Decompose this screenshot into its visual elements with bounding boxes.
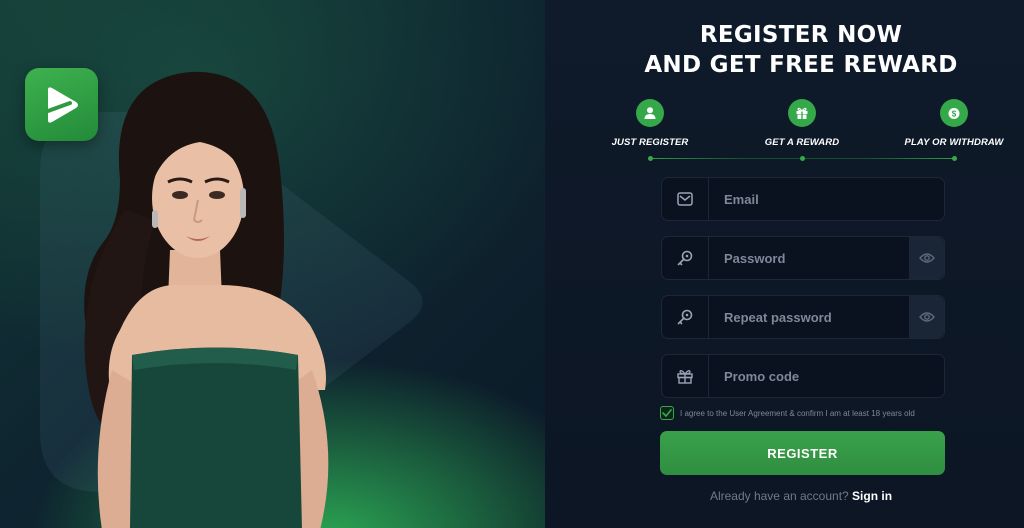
register-button[interactable]: REGISTER xyxy=(660,431,945,475)
model-photo xyxy=(84,71,329,528)
email-input[interactable] xyxy=(709,178,944,220)
registration-page: REGISTER NOW AND GET FREE REWARD JUST RE… xyxy=(0,0,1024,528)
step-get-reward: GET A REWARD xyxy=(722,99,882,148)
step-play-or-withdraw: $ PLAY OR WITHDRAW xyxy=(874,99,1024,148)
password-field[interactable] xyxy=(661,236,945,280)
step-label: PLAY OR WITHDRAW xyxy=(904,137,1004,148)
step-dot-3 xyxy=(952,156,957,161)
svg-text:$: $ xyxy=(952,110,957,119)
signin-prompt: Already have an account? Sign in xyxy=(544,489,1024,503)
agreement-row: I agree to the User Agreement & confirm … xyxy=(660,406,915,420)
step-label: JUST REGISTER xyxy=(611,137,689,148)
step-dot-2 xyxy=(800,156,805,161)
promo-code-field[interactable] xyxy=(661,354,945,398)
headline: REGISTER NOW AND GET FREE REWARD xyxy=(544,20,1024,80)
user-icon xyxy=(636,99,664,127)
email-field[interactable] xyxy=(661,177,945,221)
eye-icon xyxy=(918,253,935,263)
step-just-register: JUST REGISTER xyxy=(570,99,730,148)
step-dot-1 xyxy=(648,156,653,161)
show-password-toggle[interactable] xyxy=(909,237,944,279)
agreement-checkbox[interactable] xyxy=(660,406,674,420)
repeat-password-input[interactable] xyxy=(709,296,909,338)
eye-icon xyxy=(918,312,935,322)
key-icon xyxy=(662,296,709,338)
hero-banner xyxy=(0,0,545,528)
envelope-icon xyxy=(662,178,709,220)
gift-icon xyxy=(662,355,709,397)
headline-line-1: REGISTER NOW xyxy=(699,22,903,48)
step-label: GET A REWARD xyxy=(764,137,840,148)
check-icon xyxy=(662,409,672,417)
gift-icon xyxy=(788,99,816,127)
steps-progress: JUST REGISTER GET A REWARD $ PLAY OR WIT… xyxy=(545,99,1024,169)
signin-link[interactable]: Sign in xyxy=(852,489,892,503)
headline-line-2: AND GET FREE REWARD xyxy=(644,52,958,78)
agreement-text: I agree to the User Agreement & confirm … xyxy=(680,408,915,418)
money-icon: $ xyxy=(940,99,968,127)
promo-code-input[interactable] xyxy=(709,355,944,397)
repeat-password-field[interactable] xyxy=(661,295,945,339)
password-input[interactable] xyxy=(709,237,909,279)
signin-question: Already have an account? xyxy=(709,489,849,503)
registration-panel: REGISTER NOW AND GET FREE REWARD JUST RE… xyxy=(545,0,1024,528)
show-repeat-password-toggle[interactable] xyxy=(909,296,944,338)
key-icon xyxy=(662,237,709,279)
